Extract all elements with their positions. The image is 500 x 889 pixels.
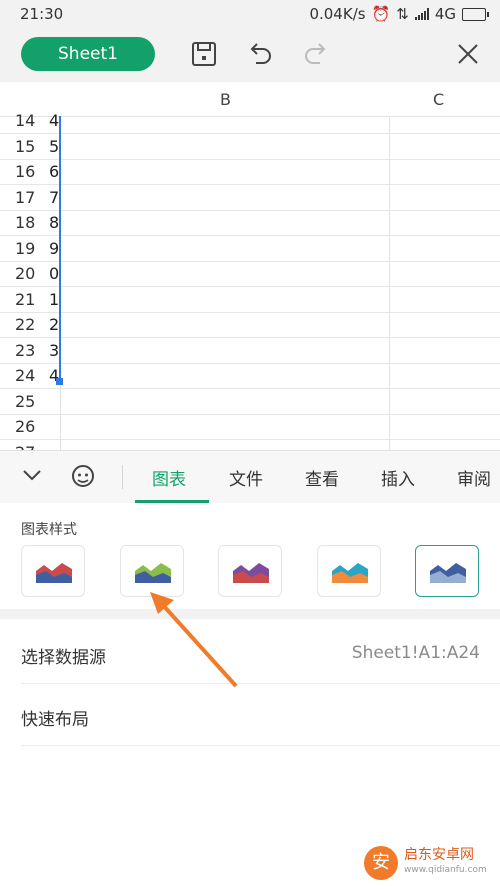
row-number[interactable]: 20: [15, 264, 35, 283]
watermark-url: www.qidianfu.com: [404, 865, 487, 875]
assistant-icon[interactable]: [70, 463, 96, 494]
tab-chart[interactable]: 图表: [152, 465, 186, 490]
alarm-icon: ⏰: [371, 5, 391, 23]
selection-handle[interactable]: [56, 378, 63, 385]
chart-panel: 图表样式 选择数据源 Sheet1!A1:A24 快速布局: [0, 503, 500, 889]
area-chart-icon: [233, 563, 269, 583]
select-data-source-row[interactable]: 选择数据源 Sheet1!A1:A24: [21, 623, 500, 684]
row-number[interactable]: 26: [15, 417, 35, 436]
column-c-header[interactable]: C: [433, 90, 444, 109]
quick-layout-row[interactable]: 快速布局: [21, 685, 500, 746]
status-bar: 21:30 0.04K/s ⏰ ⇅ 4G: [0, 0, 500, 28]
chart-style-1[interactable]: [21, 545, 85, 597]
table-row[interactable]: 16 6: [0, 159, 500, 185]
row-number[interactable]: 27: [15, 443, 35, 451]
cell-value[interactable]: 4: [49, 111, 59, 130]
table-row[interactable]: 14 4: [0, 108, 500, 134]
table-row[interactable]: 18 8: [0, 210, 500, 236]
network-type: 4G: [434, 5, 456, 23]
cell-value[interactable]: 3: [49, 341, 59, 360]
table-row[interactable]: 21 1: [0, 287, 500, 313]
status-time: 21:30: [20, 5, 64, 23]
chart-style-3[interactable]: [218, 545, 282, 597]
row-number[interactable]: 24: [15, 366, 35, 385]
row-number[interactable]: 19: [15, 239, 35, 258]
chart-style-2[interactable]: [120, 545, 184, 597]
row-number[interactable]: 18: [15, 213, 35, 232]
undo-icon[interactable]: [244, 38, 276, 70]
close-icon[interactable]: [452, 38, 484, 70]
table-row[interactable]: 24 4: [0, 363, 500, 389]
area-chart-icon: [332, 563, 368, 583]
bottom-tab-bar: 图表 文件 查看 插入 审阅: [0, 450, 500, 504]
save-icon[interactable]: [188, 38, 220, 70]
row-number[interactable]: 23: [15, 341, 35, 360]
chart-style-label: 图表样式: [21, 522, 77, 538]
watermark-logo-icon: 安: [364, 846, 398, 880]
area-chart-icon: [36, 563, 72, 583]
cell-value[interactable]: 5: [49, 137, 59, 156]
select-data-source-label: 选择数据源: [21, 648, 106, 668]
data-transfer-icon: ⇅: [396, 5, 409, 23]
redo-icon[interactable]: [300, 38, 332, 70]
cell-value[interactable]: 8: [49, 213, 59, 232]
table-row[interactable]: 19 9: [0, 236, 500, 262]
cell-value[interactable]: 9: [49, 239, 59, 258]
signal-icon: [414, 8, 429, 20]
row-number[interactable]: 15: [15, 137, 35, 156]
table-row[interactable]: 17 7: [0, 185, 500, 211]
network-speed: 0.04K/s: [309, 5, 366, 23]
selection-border: [59, 116, 61, 380]
chart-style-4[interactable]: [317, 545, 381, 597]
row-number[interactable]: 14: [15, 111, 35, 130]
tab-insert[interactable]: 插入: [381, 465, 415, 490]
area-chart-icon: [430, 563, 466, 583]
cell-value[interactable]: 2: [49, 315, 59, 334]
cell-value[interactable]: 7: [49, 188, 59, 207]
collapse-chevron-icon[interactable]: [20, 463, 44, 492]
table-row[interactable]: 15 5: [0, 134, 500, 160]
watermark-name: 启东安卓网: [404, 847, 474, 863]
cell-value[interactable]: 6: [49, 162, 59, 181]
table-row[interactable]: 22 2: [0, 312, 500, 338]
chart-style-5[interactable]: [415, 545, 479, 597]
spreadsheet-grid[interactable]: B C 14 4 15 5 16 6 17 7 18 8 19 9 20 0 21 1 22 2 23 3 24 4 25 2…: [0, 82, 500, 450]
sheet-name-button[interactable]: Sheet1: [21, 37, 155, 71]
area-chart-icon: [135, 563, 171, 583]
cell-value[interactable]: 1: [49, 290, 59, 309]
table-row[interactable]: 25: [0, 389, 500, 415]
tab-file[interactable]: 文件: [229, 465, 263, 490]
data-source-value: Sheet1!A1:A24: [351, 643, 480, 663]
quick-layout-label: 快速布局: [21, 710, 89, 730]
tab-view[interactable]: 查看: [305, 465, 339, 490]
table-row[interactable]: 20 0: [0, 261, 500, 287]
column-b-header[interactable]: B: [220, 90, 231, 109]
tab-review[interactable]: 审阅: [457, 465, 491, 490]
row-number[interactable]: 25: [15, 392, 35, 411]
table-row[interactable]: 27: [0, 440, 500, 451]
battery-icon: [462, 7, 489, 21]
watermark: 安 启东安卓网 www.qidianfu.com: [364, 841, 494, 885]
row-number[interactable]: 17: [15, 188, 35, 207]
top-toolbar: Sheet1: [0, 28, 500, 82]
row-number[interactable]: 21: [15, 290, 35, 309]
row-number[interactable]: 16: [15, 162, 35, 181]
table-row[interactable]: 26: [0, 414, 500, 440]
cell-value[interactable]: 0: [49, 264, 59, 283]
table-row[interactable]: 23 3: [0, 338, 500, 364]
row-number[interactable]: 22: [15, 315, 35, 334]
